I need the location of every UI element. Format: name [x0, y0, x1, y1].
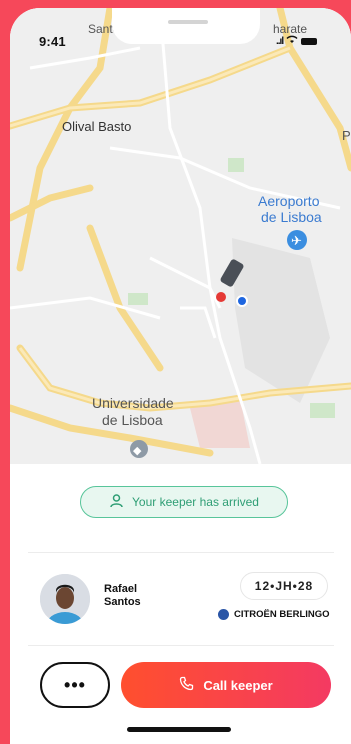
svg-text:✈: ✈: [291, 234, 302, 249]
status-icons: ..ıl: [276, 35, 318, 47]
map-label-university-1: Universidade: [92, 395, 174, 411]
divider: [28, 645, 334, 646]
call-keeper-label: Call keeper: [203, 677, 273, 693]
keeper-first-name: Rafael: [104, 583, 138, 595]
keeper-avatar: [40, 574, 90, 624]
map-view[interactable]: ✈ ◆ Santo harate Olival Basto P Aeroport…: [10, 8, 351, 464]
arrived-text: Your keeper has arrived: [132, 495, 259, 509]
trip-sheet: Your keeper has arrived Rafael Santos 12…: [10, 464, 351, 744]
status-time: 9:41: [39, 34, 66, 49]
phone-screen: ✈ ◆ Santo harate Olival Basto P Aeroport…: [10, 8, 351, 744]
home-indicator[interactable]: [127, 727, 231, 732]
map-label-airport-1: Aeroporto: [258, 193, 320, 209]
call-keeper-button[interactable]: Call keeper: [121, 662, 331, 708]
speaker-grille: [168, 20, 208, 24]
map-label-university-2: de Lisboa: [102, 412, 163, 428]
keeper-name: Rafael Santos: [104, 583, 141, 609]
phone-icon: [179, 676, 194, 694]
map-label-p: P: [342, 128, 351, 143]
license-plate: 12•JH•28: [240, 572, 328, 600]
map-label-airport-2: de Lisboa: [261, 209, 322, 225]
keeper-last-name: Santos: [104, 596, 141, 608]
notch: [112, 8, 260, 44]
battery-icon: [301, 37, 318, 45]
map-roads: ✈ ◆: [10, 8, 351, 464]
person-icon: [109, 493, 124, 511]
vehicle-model: CITROËN BERLINGO: [218, 609, 330, 620]
signal-icon: ..ıl: [276, 35, 284, 47]
keeper-arrived-badge: Your keeper has arrived: [80, 486, 288, 518]
divider: [28, 552, 334, 553]
more-options-button[interactable]: •••: [40, 662, 110, 708]
wifi-icon: [286, 35, 298, 47]
vehicle-color-dot: [218, 609, 229, 620]
vehicle-model-text: CITROËN BERLINGO: [234, 609, 330, 620]
status-bar: 9:41 ..ıl: [10, 8, 351, 68]
map-label-olival-basto: Olival Basto: [62, 119, 132, 134]
svg-text:◆: ◆: [133, 444, 142, 457]
